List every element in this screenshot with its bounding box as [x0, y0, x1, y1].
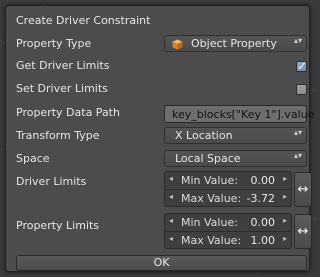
check-icon: ✓	[297, 59, 308, 73]
increment-arrow-icon[interactable]: ▸	[283, 216, 287, 225]
property-max-value-field[interactable]: ◂ Max Value: 1.00 ▸	[165, 232, 291, 248]
dialog-title: Create Driver Constraint	[16, 14, 151, 27]
property-min-value-field[interactable]: ◂ Min Value: 0.00 ▸	[165, 214, 291, 232]
decrement-arrow-icon[interactable]: ◂	[169, 216, 173, 225]
property-data-path-input[interactable]: key_blocks["Key 1"].value	[164, 105, 314, 123]
increment-arrow-icon[interactable]: ▸	[283, 174, 287, 183]
driver-max-value: -3.72	[246, 192, 275, 205]
driver-min-value: 0.00	[250, 174, 276, 187]
transform-type-dropdown[interactable]: X Location ▴▾	[164, 127, 307, 144]
ok-button[interactable]: OK	[16, 255, 307, 271]
swap-arrows-icon: ↔	[297, 224, 309, 239]
driver-max-value-field[interactable]: ◂ Max Value: -3.72 ▸	[165, 190, 291, 206]
increment-arrow-icon[interactable]: ▸	[283, 192, 287, 201]
decrement-arrow-icon[interactable]: ◂	[169, 234, 173, 243]
property-type-label: Property Type	[16, 37, 92, 50]
property-max-label: Max Value:	[181, 234, 242, 247]
space-label: Space	[16, 152, 50, 165]
property-type-value: Object Property	[191, 37, 277, 50]
transform-type-value: X Location	[175, 129, 233, 142]
chevron-updown-icon: ▴▾	[294, 128, 303, 137]
driver-min-label: Min Value:	[181, 174, 238, 187]
property-data-path-label: Property Data Path	[16, 106, 120, 119]
property-data-path-value: key_blocks["Key 1"].value	[172, 108, 315, 121]
get-driver-limits-label: Get Driver Limits	[16, 59, 110, 72]
swap-driver-limits-button[interactable]: ↔	[294, 172, 312, 207]
cube-icon	[172, 39, 183, 50]
swap-arrows-icon: ↔	[297, 182, 309, 197]
space-dropdown[interactable]: Local Space ▴▾	[164, 150, 307, 167]
create-driver-constraint-dialog: Create Driver Constraint Property Type O…	[5, 5, 314, 272]
increment-arrow-icon[interactable]: ▸	[283, 234, 287, 243]
property-max-value: 1.00	[250, 234, 276, 247]
driver-limits-fields: ◂ Min Value: 0.00 ▸ ◂ Max Value: -3.72 ▸	[164, 171, 292, 207]
property-min-value: 0.00	[250, 216, 276, 229]
set-driver-limits-checkbox[interactable]	[296, 84, 307, 95]
decrement-arrow-icon[interactable]: ◂	[169, 192, 173, 201]
space-value: Local Space	[175, 152, 241, 165]
transform-type-label: Transform Type	[16, 129, 100, 142]
swap-property-limits-button[interactable]: ↔	[294, 214, 312, 249]
driver-min-value-field[interactable]: ◂ Min Value: 0.00 ▸	[165, 172, 291, 190]
decrement-arrow-icon[interactable]: ◂	[169, 174, 173, 183]
property-limits-label: Property Limits	[16, 219, 100, 232]
property-min-label: Min Value:	[181, 216, 238, 229]
get-driver-limits-checkbox[interactable]: ✓	[296, 59, 308, 73]
property-limits-fields: ◂ Min Value: 0.00 ▸ ◂ Max Value: 1.00 ▸	[164, 213, 292, 249]
driver-max-label: Max Value:	[181, 192, 242, 205]
driver-limits-label: Driver Limits	[16, 175, 87, 188]
chevron-updown-icon: ▴▾	[294, 151, 303, 160]
chevron-updown-icon: ▴▾	[294, 36, 303, 45]
set-driver-limits-label: Set Driver Limits	[16, 82, 108, 95]
property-type-dropdown[interactable]: Object Property ▴▾	[164, 35, 307, 52]
